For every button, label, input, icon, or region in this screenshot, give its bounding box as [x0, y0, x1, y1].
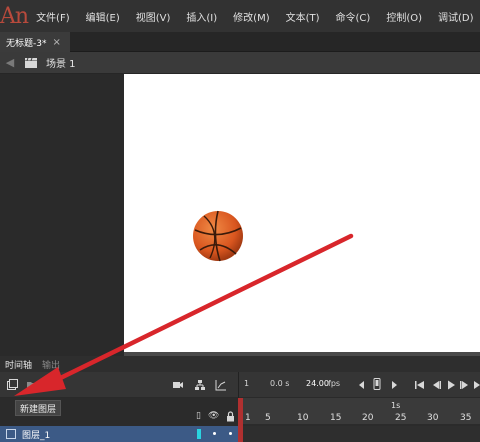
annotation-arrow — [14, 233, 354, 396]
